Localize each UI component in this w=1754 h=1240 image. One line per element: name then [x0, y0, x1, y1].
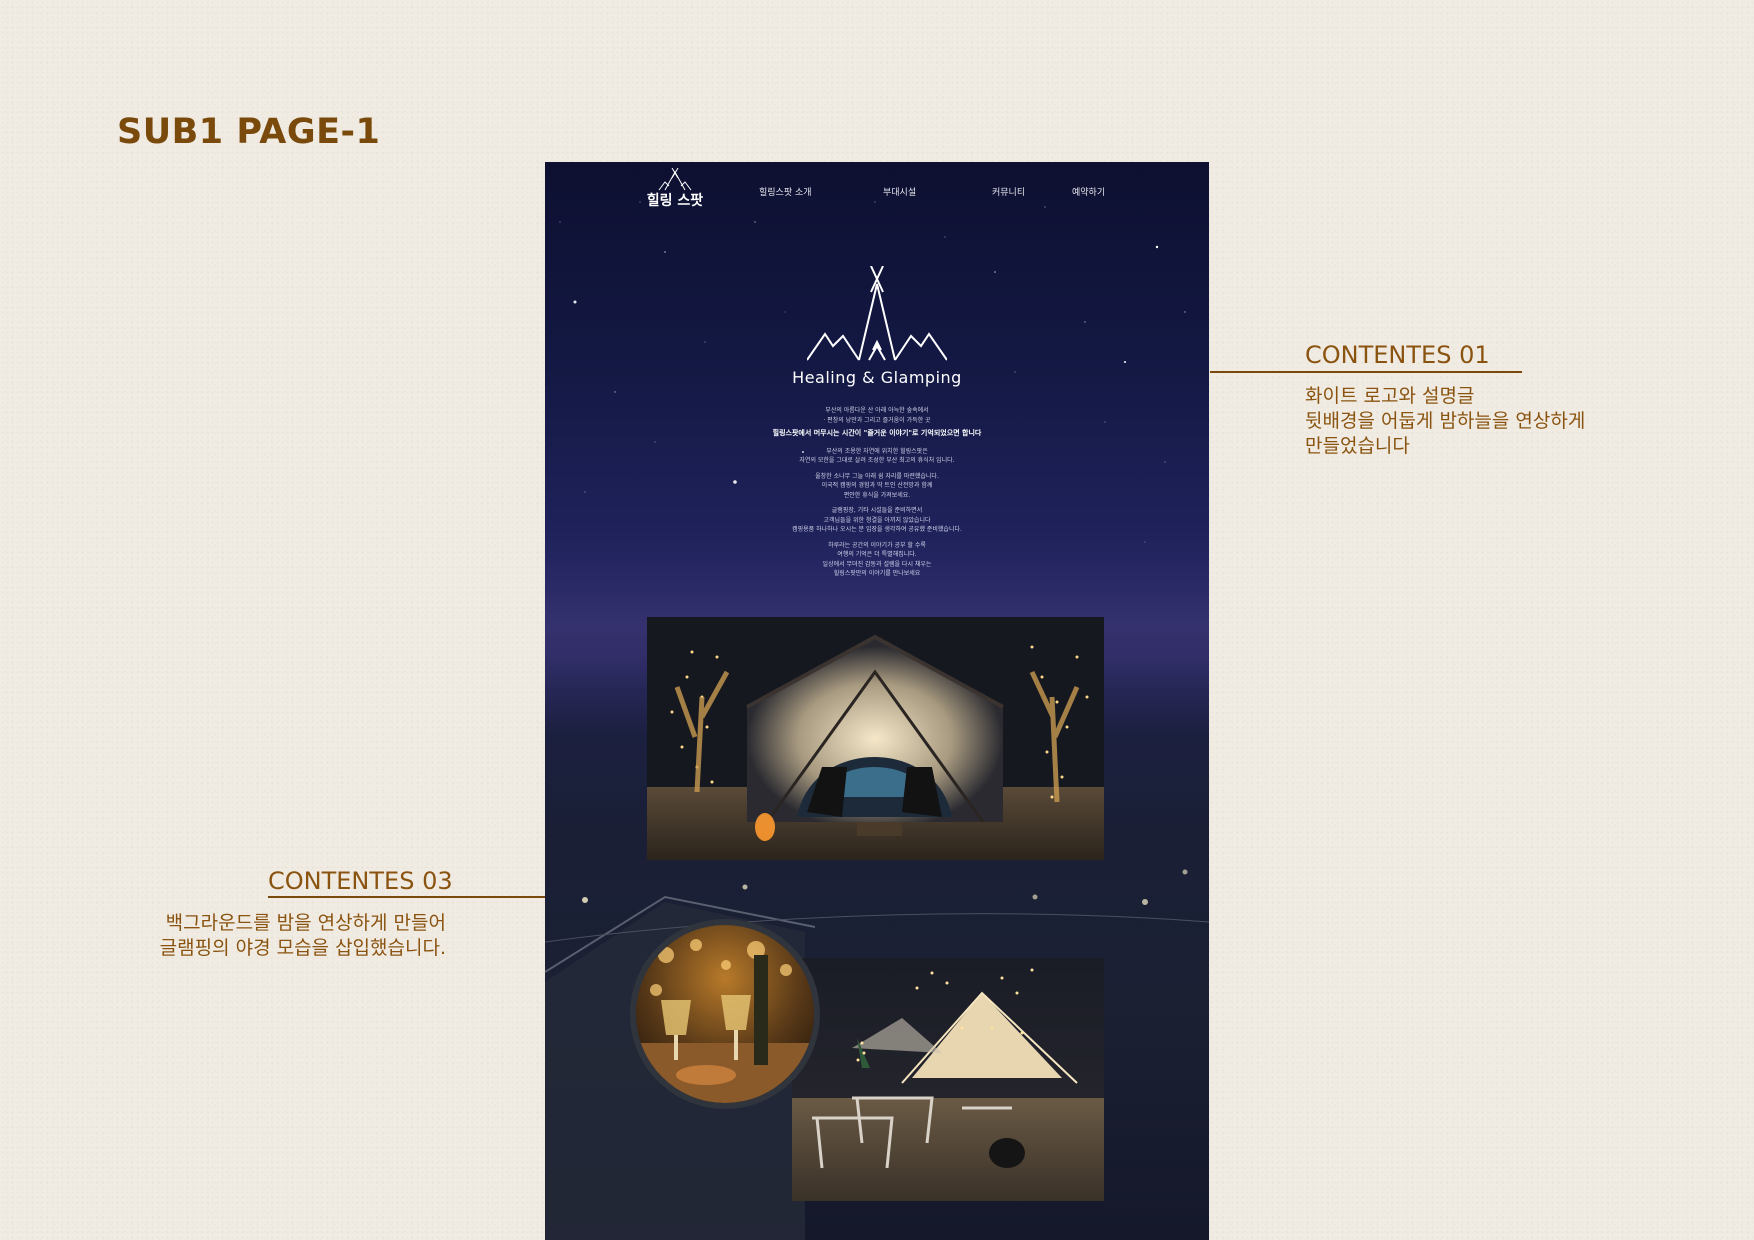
annotation-line: 뒷배경을 어둡게 밤하늘을 연상하게 [1305, 410, 1586, 432]
glamping-site-photo [792, 958, 1104, 1201]
site-logo-text: 힐링 스팟 [646, 193, 704, 209]
hero-line: 일상에서 무뎌진 감동과 설렘을 다시 채우는 [822, 560, 932, 568]
wine-dinner-circle-photo [630, 919, 820, 1109]
annotation-contents03-desc: 백그라운드를 밤을 연상하게 만들어 글램핑의 야경 모습을 삽입했습니다. [130, 911, 446, 961]
annotation-contents03-line [268, 896, 545, 898]
nav-link-about[interactable]: 힐링스팟 소개 [759, 185, 812, 198]
page-title: SUB1 PAGE-1 [117, 112, 381, 152]
hero-line: 자연의 모한을 그대로 살려 조성한 부산 최고의 휴식처 입니다. [799, 457, 955, 464]
hero-line: 힐링스팟만의 이야기를 만나보세요 [833, 570, 921, 577]
hero-line: 부산의 조용한 자연에 위치한 힐링스팟은 [826, 447, 928, 455]
glamping-tent-photo [647, 617, 1104, 860]
annotation-line: 백그라운드를 밤을 연상하게 만들어 [165, 912, 446, 934]
hero-line: 고객님들을 위한 청결을 아끼지 않았습니다 [823, 516, 931, 524]
hero-line: · 편창의 낭만과 그리고 즐거움이 가득한 곳 [823, 416, 931, 424]
tent-mountain-icon [658, 168, 692, 191]
hero-tagline: 힐링스팟에서 머무시는 시간이 "즐거운 이야기"로 기억되었으면 합니다 [772, 429, 982, 437]
annotation-contents01-title: CONTENTES 01 [1305, 341, 1490, 369]
hero-line: 부산의 아름다운 산 아래 아늑한 숲속에서 [825, 407, 929, 414]
annotation-line: 만들었습니다 [1305, 435, 1410, 457]
nav-link-community[interactable]: 커뮤니티 [992, 185, 1025, 198]
hero-line: 편안한 휴식을 가져보세요. [843, 491, 911, 499]
hero-line: 하루라는 공간의 이야기가 공부 할 수록 [828, 541, 926, 549]
hero-description: 부산의 아름다운 산 아래 아늑한 숲속에서 · 편창의 낭만과 그리고 즐거움… [685, 406, 1069, 579]
annotation-contents01-desc: 화이트 로고와 설명글 뒷배경을 어둡게 밤하늘을 연상하게 만들었습니다 [1305, 384, 1585, 459]
nav-link-facilities[interactable]: 부대시설 [883, 185, 916, 198]
site-nav: 힐링 스팟 힐링스팟 소개 부대시설 커뮤니티 예약하기 [545, 162, 1209, 222]
website-mockup: 힐링 스팟 힐링스팟 소개 부대시설 커뮤니티 예약하기 Healing & G… [545, 162, 1209, 1240]
annotation-contents03-title: CONTENTES 03 [268, 867, 453, 895]
teepee-mountain-logo-icon [807, 266, 947, 361]
annotation-line: 글램핑의 야경 모습을 삽입했습니다. [159, 937, 446, 959]
site-logo[interactable]: 힐링 스팟 [645, 168, 705, 214]
annotation-contents01-line [1210, 371, 1522, 373]
annotation-line: 화이트 로고와 설명글 [1305, 385, 1475, 407]
hero-line: 여행의 기억은 더 특별해집니다. [837, 551, 917, 558]
hero-line: 캠핑용품 하나하나 오시는 분 입장을 생각하여 공유했 준비했습니다. [792, 526, 962, 533]
nav-link-reservation[interactable]: 예약하기 [1072, 185, 1105, 198]
hero-line: 울창한 소나무 그늘 아래 쉼 자리를 마련했습니다. [815, 472, 939, 480]
hero-title: Healing & Glamping [792, 368, 962, 387]
hero-line: 이국적 캠핑의 경험과 딱 트인 산전망과 함께 [821, 482, 933, 489]
hero-line: 글램핑장, 기타 시설들을 준비하면서 [831, 507, 923, 514]
